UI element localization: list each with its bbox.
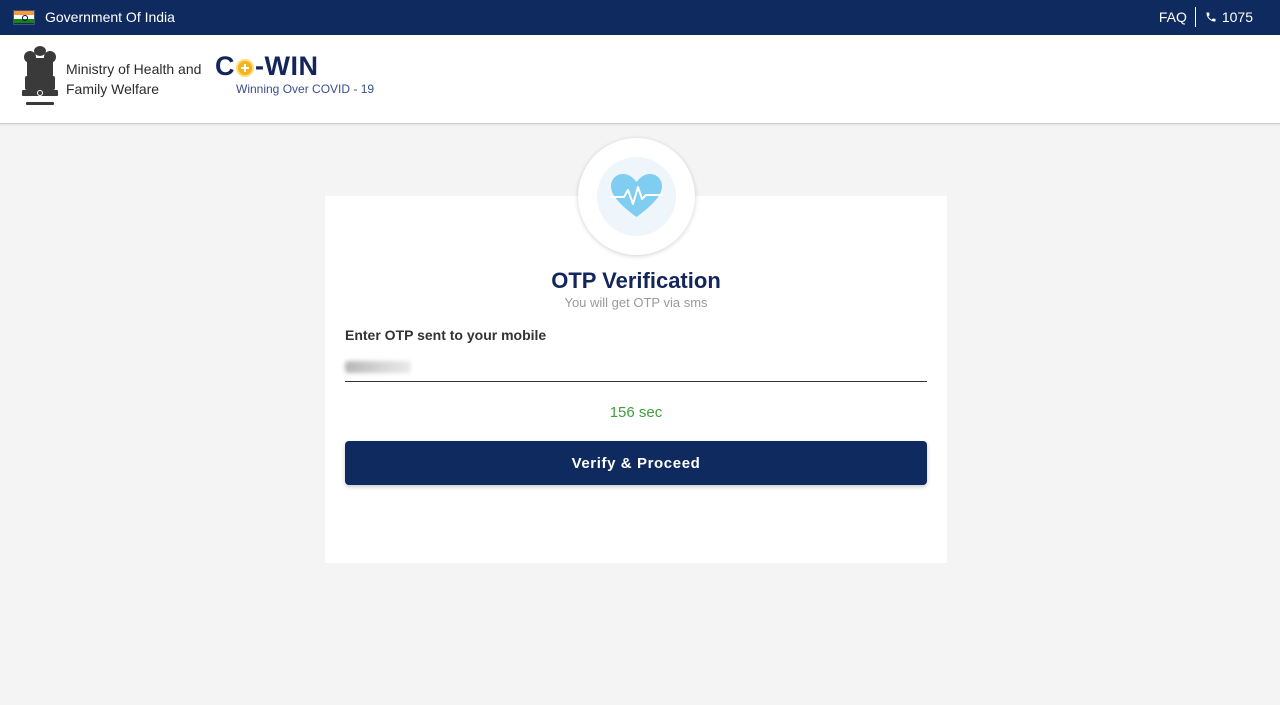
top-links: FAQ 1075 [1159, 7, 1253, 27]
india-flag-icon [13, 9, 35, 25]
site-header: Ministry of Health and Family Welfare C … [0, 35, 1280, 124]
heartbeat-badge [578, 138, 695, 255]
ministry-name: Ministry of Health and Family Welfare [66, 59, 216, 99]
page-subtitle: You will get OTP via sms [564, 295, 708, 310]
plus-icon [236, 59, 254, 77]
otp-input[interactable] [345, 354, 927, 382]
verify-proceed-button[interactable]: Verify & Proceed [345, 441, 927, 485]
ministry-line-2: Family Welfare [66, 81, 160, 97]
otp-field-label: Enter OTP sent to your mobile [345, 327, 547, 343]
faq-link[interactable]: FAQ [1159, 9, 1195, 25]
heartbeat-badge-inner [597, 157, 676, 236]
ministry-line-1: Ministry of Health and [66, 61, 202, 77]
cowin-title-right: -WIN [255, 51, 319, 81]
helpline-number[interactable]: 1075 [1222, 9, 1253, 25]
otp-timer: 156 sec [609, 404, 663, 421]
government-label-group: Government Of India [13, 8, 175, 26]
cowin-title: C -WIN [215, 51, 374, 81]
heartbeat-icon [610, 174, 663, 217]
phone-icon [1206, 12, 1216, 22]
government-top-bar: Government Of India FAQ 1075 [0, 0, 1280, 35]
cowin-logo[interactable]: C -WIN Winning Over COVID - 19 [215, 51, 374, 96]
government-label: Government Of India [45, 9, 175, 25]
page-title: OTP Verification [551, 268, 721, 293]
national-emblem-icon [22, 46, 58, 105]
divider [1194, 7, 1196, 27]
otp-value-redacted [345, 361, 411, 373]
cowin-tagline: Winning Over COVID - 19 [236, 82, 375, 96]
cowin-title-left: C [215, 51, 235, 81]
